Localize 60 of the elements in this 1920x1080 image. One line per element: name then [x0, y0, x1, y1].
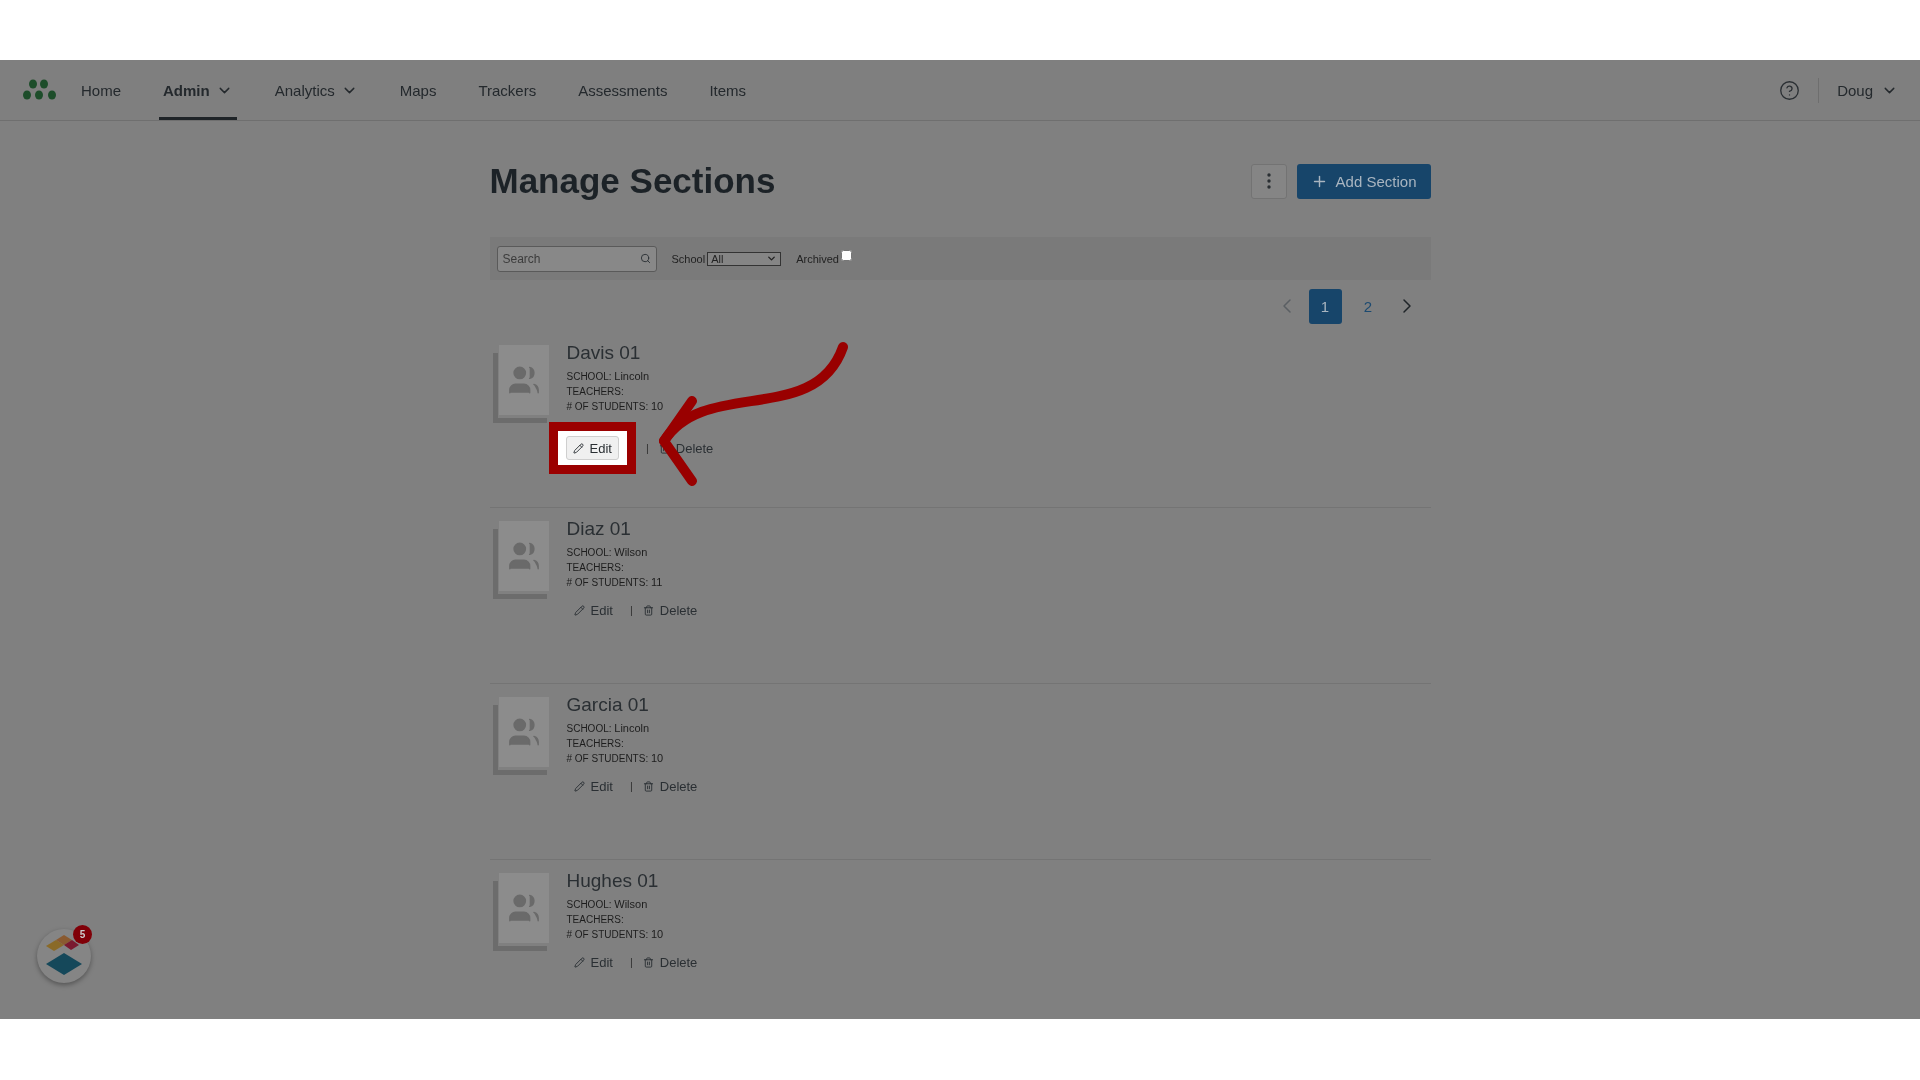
pencil-icon [573, 956, 585, 968]
more-options-button[interactable] [1250, 163, 1287, 199]
pencil-icon [573, 604, 585, 616]
school-line: SCHOOL: Wilson [566, 545, 649, 560]
trash-icon [658, 442, 670, 454]
delete-button[interactable]: Delete [642, 778, 698, 794]
separator: | [645, 442, 649, 454]
pencil-icon [573, 780, 585, 792]
nav-tab[interactable]: Admin [159, 60, 237, 120]
trash-icon [642, 604, 654, 616]
help-icon[interactable] [1779, 79, 1801, 101]
pencil-icon [572, 442, 584, 454]
chevron-down-icon [766, 253, 778, 264]
page-button[interactable]: 1 [1308, 288, 1342, 324]
teachers-line: TEACHERS: [566, 913, 625, 927]
school-select[interactable]: All [707, 251, 782, 266]
logo-icon[interactable] [22, 79, 58, 101]
section-name: Hughes 01 [566, 870, 660, 892]
separator: | [629, 604, 633, 616]
teachers-line: TEACHERS: [566, 561, 625, 575]
students-line: # OF STUDENTS: 10 [566, 927, 665, 942]
school-line: SCHOOL: Lincoln [566, 369, 651, 384]
nav-tab[interactable]: Items [705, 60, 751, 120]
separator: | [629, 780, 633, 792]
students-line: # OF STUDENTS: 11 [566, 575, 664, 590]
separator: | [629, 956, 633, 968]
delete-button[interactable]: Delete [642, 954, 698, 970]
section-name: Garcia 01 [566, 694, 650, 716]
teachers-line: TEACHERS: [566, 385, 625, 399]
archived-label: Archived [796, 252, 839, 265]
students-line: # OF STUDENTS: 10 [566, 399, 665, 414]
teachers-line: TEACHERS: [566, 737, 625, 751]
section-name: Diaz 01 [566, 518, 632, 540]
search-field[interactable]: Search [496, 245, 657, 272]
students-line: # OF STUDENTS: 10 [566, 751, 665, 766]
delete-button[interactable]: Delete [658, 440, 714, 456]
nav-tab[interactable]: Analytics [270, 60, 362, 120]
edit-button[interactable]: Edit [566, 774, 620, 798]
nav-tab[interactable]: Assessments [574, 60, 672, 120]
delete-button[interactable]: Delete [642, 602, 698, 618]
school-label: School [671, 252, 706, 265]
edit-button[interactable]: Edit [565, 436, 619, 460]
page-button[interactable]: 2 [1351, 288, 1385, 324]
notification-badge: 5 [73, 925, 92, 944]
nav-tab[interactable]: Maps [395, 60, 441, 120]
archived-checkbox[interactable] [840, 250, 852, 261]
trash-icon [642, 956, 654, 968]
nav-tab[interactable]: Trackers [474, 60, 541, 120]
search-icon [639, 252, 651, 264]
user-menu[interactable]: Doug [1818, 77, 1898, 103]
page-title: Manage Sections [489, 161, 777, 201]
trash-icon [642, 780, 654, 792]
edit-button[interactable]: Edit [566, 950, 620, 974]
section-name: Davis 01 [566, 342, 642, 364]
school-line: SCHOOL: Wilson [566, 897, 649, 912]
nav-tab[interactable]: Home [77, 60, 125, 120]
school-line: SCHOOL: Lincoln [566, 721, 651, 736]
edit-button[interactable]: Edit [566, 598, 620, 622]
add-section-button[interactable]: Add Section [1296, 163, 1431, 199]
more-icon [1266, 173, 1271, 189]
